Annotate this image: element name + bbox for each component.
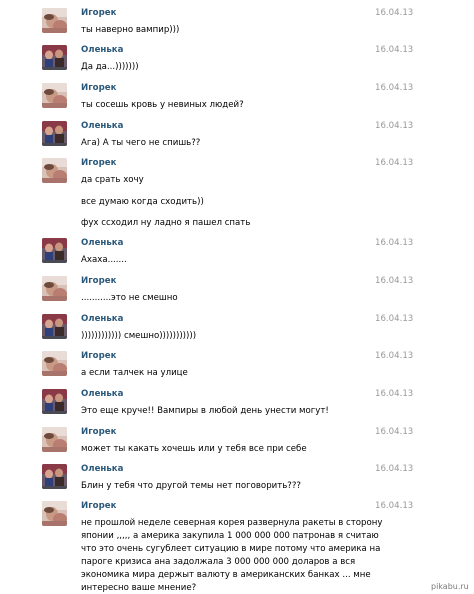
avatar-igorek[interactable]	[42, 158, 67, 183]
message-date: 16.04.13	[375, 501, 414, 511]
avatar-igorek[interactable]	[42, 83, 67, 108]
message-author-link[interactable]: Оленька	[81, 238, 123, 248]
message-text: а если талчек на улице	[81, 368, 188, 378]
message-date: 16.04.13	[375, 351, 414, 361]
message-date: 16.04.13	[375, 238, 414, 248]
message-text: пароге кризиса ана задолжала 3 000 000 0…	[81, 557, 356, 567]
avatar-olenka[interactable]	[42, 238, 67, 263]
avatar-olenka[interactable]	[42, 45, 67, 70]
avatar-olenka[interactable]	[42, 121, 67, 146]
message-author-link[interactable]: Игорек	[81, 501, 116, 511]
message-text: что это очень сугублеет ситуацию в мире …	[81, 544, 381, 554]
message-text: японии ,,,,, а америка закупила 1 000 00…	[81, 531, 379, 541]
message-text: Ага) А ты чего не спишь??	[81, 138, 201, 148]
message-date: 16.04.13	[375, 276, 414, 286]
avatar-igorek[interactable]	[42, 276, 67, 301]
watermark: pikabu.ru	[431, 582, 469, 591]
message-date: 16.04.13	[375, 83, 414, 93]
message-date: 16.04.13	[375, 45, 414, 55]
message-text: Это еще круче!! Вампиры в любой день уне…	[81, 406, 329, 416]
message-text: Блин у тебя что другой темы нет поговори…	[81, 481, 301, 491]
message-author-link[interactable]: Игорек	[81, 83, 116, 93]
avatar-olenka[interactable]	[42, 314, 67, 339]
message-date: 16.04.13	[375, 314, 414, 324]
message-author-link[interactable]: Оленька	[81, 314, 123, 324]
message-date: 16.04.13	[375, 158, 414, 168]
message-text: )))))))))))) смешно)))))))))))	[81, 331, 197, 341]
message-text: ...........это не смешно	[81, 293, 178, 303]
message-text: ты наверно вампир)))	[81, 25, 180, 35]
message-author-link[interactable]: Оленька	[81, 389, 123, 399]
avatar-olenka[interactable]	[42, 389, 67, 414]
message-author-link[interactable]: Игорек	[81, 158, 116, 168]
avatar-igorek[interactable]	[42, 501, 67, 526]
message-text: может ты какать хочешь или у тебя все пр…	[81, 444, 307, 454]
avatar-olenka[interactable]	[42, 464, 67, 489]
message-text: все думаю когда сходить))	[81, 197, 204, 207]
message-date: 16.04.13	[375, 464, 414, 474]
message-author-link[interactable]: Оленька	[81, 121, 123, 131]
message-text: фух ссходил ну ладно я пашел спать	[81, 218, 251, 228]
message-text: да срать хочу	[81, 175, 144, 185]
message-author-link[interactable]: Игорек	[81, 8, 116, 18]
message-text: экономика мира держыт валюту в американс…	[81, 570, 371, 580]
message-author-link[interactable]: Оленька	[81, 464, 123, 474]
message-date: 16.04.13	[375, 389, 414, 399]
message-author-link[interactable]: Оленька	[81, 45, 123, 55]
message-author-link[interactable]: Игорек	[81, 427, 116, 437]
message-author-link[interactable]: Игорек	[81, 351, 116, 361]
message-date: 16.04.13	[375, 427, 414, 437]
message-author-link[interactable]: Игорек	[81, 276, 116, 286]
message-date: 16.04.13	[375, 121, 414, 131]
message-text: Ахаха.......	[81, 255, 127, 265]
message-text: Да да...)))))))	[81, 62, 139, 72]
message-text: интересно ваше мнение?	[81, 583, 197, 593]
message-text: ты сосешь кровь у невиных людей?	[81, 100, 244, 110]
avatar-igorek[interactable]	[42, 427, 67, 452]
avatar-igorek[interactable]	[42, 8, 67, 33]
avatar-igorek[interactable]	[42, 351, 67, 376]
message-date: 16.04.13	[375, 8, 414, 18]
message-text: не прошлой неделе северная корея разверн…	[81, 518, 383, 528]
